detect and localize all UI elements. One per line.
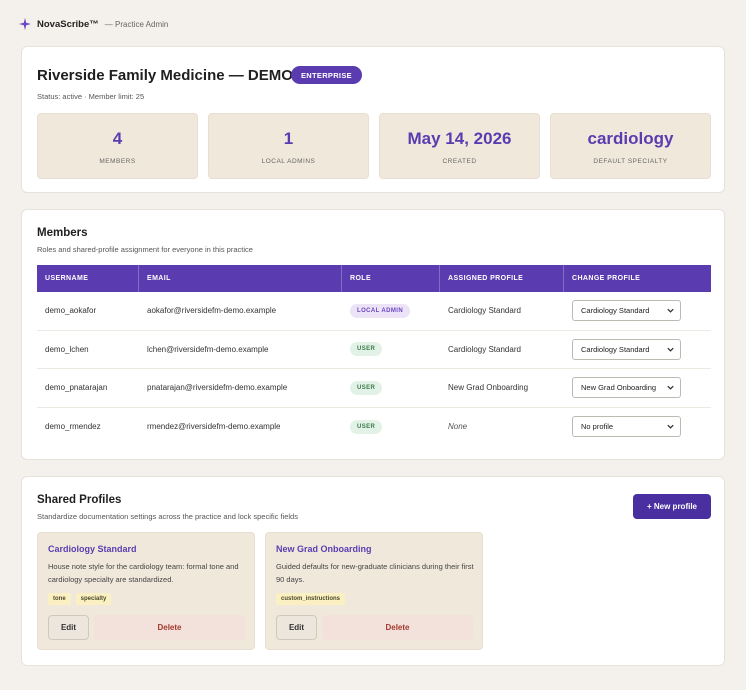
profile-description: House note style for the cardiology team… [48,562,239,584]
stat-local-admins: 1 LOCAL ADMINS [208,113,369,179]
email-cell: rmendez@riversidefm-demo.example [147,422,281,432]
change-profile-select[interactable]: Cardiology Standard [572,338,681,360]
profiles-subtitle: Standardize documentation settings acros… [37,512,298,521]
shared-profiles-card: Shared Profiles Standardize documentatio… [21,476,725,666]
plan-badge: ENTERPRISE [291,66,362,84]
new-profile-button[interactable]: + New profile [633,494,711,519]
table-row: demo_pnatarajan pnatarajan@riversidefm-d… [37,369,711,408]
field-tag: custom_instructions [276,593,346,605]
members-subtitle: Roles and shared-profile assignment for … [37,245,253,254]
role-cell: USER [342,408,440,447]
role-badge: USER [350,342,383,357]
role-cell: USER [342,331,440,369]
role-cell: LOCAL ADMIN [342,292,440,330]
stat-value: 1 [283,129,294,148]
stat-value: May 14, 2026 [407,129,512,148]
email-cell: lchen@riversidefm-demo.example [147,344,269,354]
table-row: demo_aokafor aokafor@riversidefm-demo.ex… [37,292,711,331]
select-value: New Grad Onboarding [581,383,657,393]
stat-label: LOCAL ADMINS [261,158,316,165]
stat-value: 4 [112,129,123,148]
profiles-title: Shared Profiles [37,494,122,506]
role-cell: USER [342,369,440,407]
stat-value: cardiology [587,129,674,148]
assigned-profile-cell: Cardiology Standard [448,344,521,354]
assigned-profile-cell: None [448,422,468,432]
table-row: demo_lchen lchen@riversidefm-demo.exampl… [37,331,711,369]
email-cell: pnatarajan@riversidefm-demo.example [147,383,288,393]
change-profile-cell: No profile [564,408,711,447]
delete-profile-button[interactable]: Delete [94,615,245,640]
change-profile-cell: Cardiology Standard [564,331,711,369]
chevron-down-icon [666,383,675,392]
column-header: ASSIGNED PROFILE [440,265,564,292]
role-badge: USER [350,419,383,434]
profile-name: New Grad Onboarding [276,544,372,554]
chevron-down-icon [666,306,675,315]
brand-subtitle: — Practice Admin [104,19,169,29]
assigned-profile-cell: New Grad Onboarding [448,383,529,393]
profile-card: New Grad Onboarding Guided defaults for … [265,532,483,650]
column-header: CHANGE PROFILE [572,275,641,282]
username-cell: demo_rmendez [45,422,101,432]
change-profile-cell: Cardiology Standard [564,292,711,330]
members-card: Members Roles and shared-profile assignm… [21,209,725,460]
table-row: demo_rmendez rmendez@riversidefm-demo.ex… [37,408,711,447]
select-value: Cardiology Standard [581,344,650,354]
change-profile-cell: New Grad Onboarding [564,369,711,407]
profile-card: Cardiology Standard House note style for… [37,532,255,650]
assigned-profile-cell: Cardiology Standard [448,306,521,316]
role-badge: LOCAL ADMIN [350,303,411,318]
members-title: Members [37,227,88,239]
column-header: USERNAME [37,265,139,292]
field-tag: specialty [75,593,112,605]
column-header: EMAIL [139,265,342,292]
username-cell: demo_lchen [45,344,89,354]
members-table: USERNAME EMAIL ROLE ASSIGNED PROFILE CHA… [37,265,711,446]
stat-created: May 14, 2026 CREATED [379,113,540,179]
change-profile-select[interactable]: New Grad Onboarding [572,377,681,399]
profile-description: Guided defaults for new-graduate clinici… [276,562,474,584]
username-cell: demo_aokafor [45,306,97,316]
top-bar: NovaScribe™ — Practice Admin [19,17,168,31]
email-cell: aokafor@riversidefm-demo.example [147,306,277,316]
change-profile-select[interactable]: Cardiology Standard [572,300,681,322]
change-profile-select[interactable]: No profile [572,416,681,438]
locked-field-tags: custom_instructions [276,593,346,605]
chevron-down-icon [666,345,675,354]
sparkle-icon [19,18,31,30]
username-cell: demo_pnatarajan [45,383,108,393]
practice-overview-card: Riverside Family Medicine — DEMO ENTERPR… [21,46,725,193]
select-value: No profile [581,422,614,432]
locked-field-tags: tone specialty [48,593,112,605]
stat-members: 4 MEMBERS [37,113,198,179]
table-header: USERNAME EMAIL ROLE ASSIGNED PROFILE CHA… [37,265,711,292]
brand-name: NovaScribe™ [37,18,99,30]
chevron-down-icon [666,422,675,431]
status-line: Status: active · Member limit: 25 [37,92,145,101]
delete-profile-button[interactable]: Delete [322,615,473,640]
profile-name: Cardiology Standard [48,544,137,554]
field-tag: tone [48,593,71,605]
practice-title: Riverside Family Medicine — DEMO [37,67,293,84]
column-header: ROLE [342,265,440,292]
stat-label: CREATED [442,158,477,165]
edit-profile-button[interactable]: Edit [48,615,89,640]
edit-profile-button[interactable]: Edit [276,615,317,640]
stat-label: DEFAULT SPECIALTY [593,158,668,165]
role-badge: USER [350,380,383,395]
stat-default-specialty: cardiology DEFAULT SPECIALTY [550,113,711,179]
select-value: Cardiology Standard [581,306,650,316]
stat-label: MEMBERS [99,158,136,165]
